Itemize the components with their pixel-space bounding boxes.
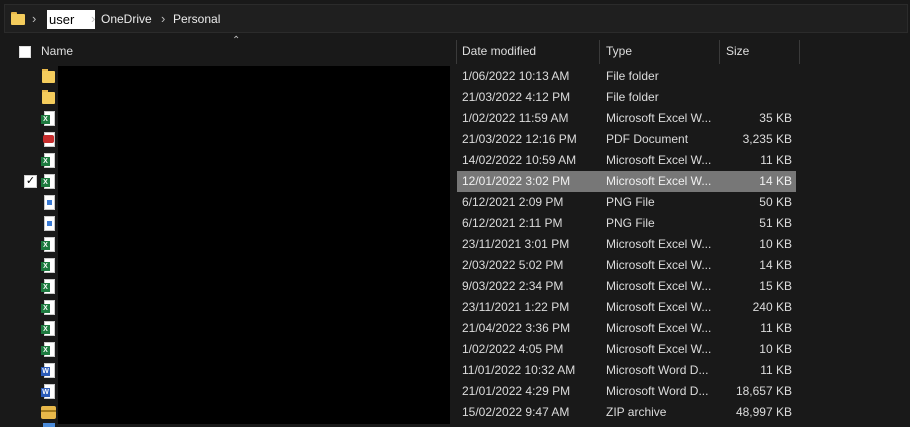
type-cell: ZIP archive [606, 405, 667, 419]
size-cell: 48,997 KB [735, 405, 792, 419]
column-name[interactable]: Name [41, 38, 73, 65]
type-cell: PDF Document [606, 132, 689, 146]
word-file-icon: W [41, 362, 56, 379]
breadcrumb-personal[interactable]: Personal [173, 12, 220, 26]
column-divider[interactable] [799, 40, 800, 64]
size-cell: 35 KB [759, 111, 792, 125]
excel-file-icon: X [41, 236, 56, 253]
type-cell: Microsoft Excel W... [606, 321, 712, 335]
breadcrumb-onedrive[interactable]: OneDrive [101, 12, 152, 26]
address-bar[interactable]: › user › OneDrive › Personal [0, 0, 910, 36]
date-modified-cell: 21/03/2022 4:12 PM [462, 90, 571, 104]
sort-ascending-icon: ⌃ [232, 35, 241, 46]
type-cell: Microsoft Excel W... [606, 279, 712, 293]
size-cell: 50 KB [759, 195, 792, 209]
type-cell: Microsoft Excel W... [606, 342, 712, 356]
date-modified-cell: 6/12/2021 2:09 PM [462, 195, 564, 209]
date-modified-cell: 23/11/2021 1:22 PM [462, 300, 570, 314]
size-cell [720, 87, 792, 108]
size-cell: 11 KB [760, 363, 792, 377]
date-modified-cell: 11/01/2022 10:32 AM [462, 363, 576, 377]
type-cell: Microsoft Excel W... [606, 111, 712, 125]
excel-file-icon: X [41, 278, 56, 295]
breadcrumb-user[interactable]: user [47, 10, 95, 29]
type-cell: File folder [606, 69, 659, 83]
type-cell: Microsoft Word D... [606, 363, 709, 377]
column-divider[interactable] [719, 40, 720, 64]
excel-file-icon: X [41, 320, 56, 337]
chevron-right-icon[interactable]: › [161, 11, 165, 26]
column-header: ⌃ Name Date modified Type Size [0, 35, 910, 65]
size-cell: 18,657 KB [735, 384, 792, 398]
zip-file-icon [41, 404, 56, 421]
date-modified-cell: 1/06/2022 10:13 AM [462, 69, 570, 83]
column-type[interactable]: Type [606, 38, 632, 65]
date-modified-cell: 15/02/2022 9:47 AM [462, 405, 570, 419]
size-cell: 11 KB [760, 153, 792, 167]
date-modified-cell: 1/02/2022 4:05 PM [462, 342, 564, 356]
column-date-modified[interactable]: Date modified [462, 38, 536, 65]
date-modified-cell: 14/02/2022 10:59 AM [462, 153, 577, 167]
type-cell: Microsoft Excel W... [606, 153, 712, 167]
type-cell: File folder [606, 90, 659, 104]
size-cell: 10 KB [759, 237, 792, 251]
date-modified-cell: 9/03/2022 2:34 PM [462, 279, 564, 293]
png-file-icon [41, 215, 56, 232]
type-cell: PNG File [606, 216, 655, 230]
pdf-file-icon [41, 131, 56, 148]
size-cell: 11 KB [760, 321, 792, 335]
row-checkbox[interactable]: ✓ [24, 175, 37, 188]
date-modified-cell: 21/03/2022 12:16 PM [462, 132, 577, 146]
chevron-right-icon[interactable]: › [32, 11, 36, 26]
folder-icon [11, 12, 25, 25]
excel-file-icon: X [41, 299, 56, 316]
word-file-icon: W [41, 383, 56, 400]
folder-icon [41, 68, 56, 85]
type-cell: PNG File [606, 195, 655, 209]
column-size[interactable]: Size [726, 38, 749, 65]
select-all-checkbox[interactable] [19, 46, 31, 58]
excel-file-icon: X [41, 257, 56, 274]
type-cell: Microsoft Word D... [606, 384, 709, 398]
size-cell: 14 KB [759, 258, 792, 272]
size-cell: 3,235 KB [742, 132, 792, 146]
chevron-right-icon[interactable]: › [91, 11, 95, 26]
column-divider[interactable] [599, 40, 600, 64]
excel-file-icon: X [41, 152, 56, 169]
png-file-icon [41, 194, 56, 211]
partial-file-icon [43, 423, 55, 427]
date-modified-cell: 21/01/2022 4:29 PM [462, 384, 571, 398]
date-modified-cell: 1/02/2022 11:59 AM [462, 111, 569, 125]
date-modified-cell: 12/01/2022 3:02 PM [462, 174, 571, 188]
size-cell: 14 KB [759, 174, 792, 188]
size-cell [720, 66, 792, 87]
date-modified-cell: 2/03/2022 5:02 PM [462, 258, 564, 272]
address-box[interactable]: › user › OneDrive › Personal [4, 4, 908, 33]
type-cell: Microsoft Excel W... [606, 237, 712, 251]
column-divider[interactable] [456, 40, 457, 64]
size-cell: 51 KB [759, 216, 792, 230]
folder-icon [41, 89, 56, 106]
date-modified-cell: 23/11/2021 3:01 PM [462, 237, 570, 251]
size-cell: 240 KB [752, 300, 792, 314]
size-cell: 15 KB [759, 279, 792, 293]
type-cell: Microsoft Excel W... [606, 300, 712, 314]
excel-file-icon: X [41, 173, 56, 190]
size-cell: 10 KB [759, 342, 792, 356]
redacted-names [58, 66, 450, 424]
type-cell: Microsoft Excel W... [606, 258, 712, 272]
date-modified-cell: 6/12/2021 2:11 PM [462, 216, 563, 230]
excel-file-icon: X [41, 110, 56, 127]
excel-file-icon: X [41, 341, 56, 358]
date-modified-cell: 21/04/2022 3:36 PM [462, 321, 571, 335]
type-cell: Microsoft Excel W... [606, 174, 712, 188]
